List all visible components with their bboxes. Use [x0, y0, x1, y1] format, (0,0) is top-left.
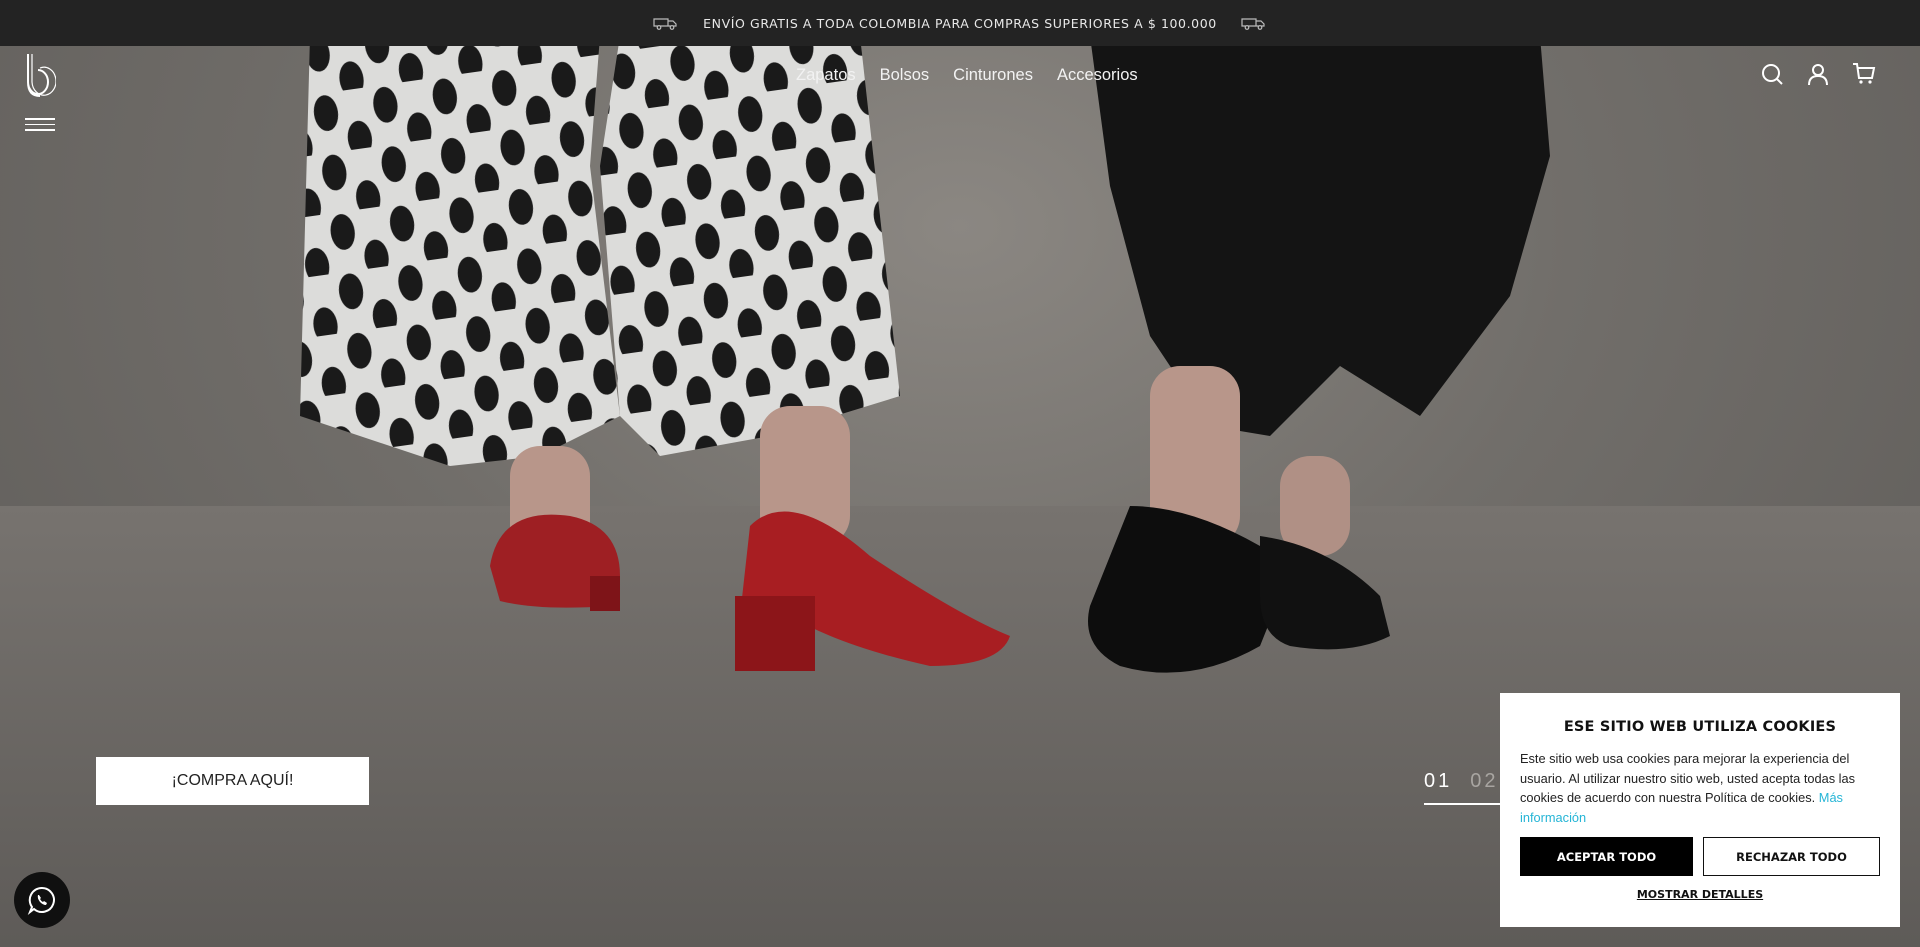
- nav-item-bolsos[interactable]: Bolsos: [880, 66, 930, 85]
- announcement-text: ENVÍO GRATIS A TODA COLOMBIA PARA COMPRA…: [703, 15, 1217, 31]
- nav-item-accesorios[interactable]: Accesorios: [1057, 66, 1138, 85]
- cookie-buttons: ACEPTAR TODO RECHAZAR TODO: [1520, 837, 1880, 876]
- slide-indicator-01[interactable]: 01: [1424, 770, 1452, 793]
- brand-logo[interactable]: [24, 52, 56, 100]
- user-icon[interactable]: [1806, 62, 1830, 86]
- slide-pagination: 01 02: [1424, 770, 1499, 793]
- hamburger-icon[interactable]: [25, 118, 55, 132]
- hero-black-shoe-right: [1260, 536, 1390, 650]
- nav-item-zapatos[interactable]: Zapatos: [796, 66, 856, 85]
- cart-icon[interactable]: [1852, 62, 1876, 86]
- truck-icon: [653, 18, 677, 30]
- hero-red-shoe-left: [490, 514, 620, 611]
- whatsapp-button[interactable]: [14, 872, 70, 928]
- nav-item-cinturones[interactable]: Cinturones: [953, 66, 1033, 85]
- cookie-body-text: Este sitio web usa cookies para mejorar …: [1520, 751, 1856, 805]
- show-details-link[interactable]: MOSTRAR DETALLES: [1520, 888, 1880, 901]
- truck-icon: [1241, 18, 1265, 30]
- announcement-bar: ENVÍO GRATIS A TODA COLOMBIA PARA COMPRA…: [0, 0, 1920, 46]
- cookie-title: ESE SITIO WEB UTILIZA COOKIES: [1563, 719, 1837, 735]
- cookie-banner: ESE SITIO WEB UTILIZA COOKIES Este sitio…: [1500, 693, 1900, 927]
- hero-red-shoe-right: [735, 511, 1010, 671]
- main-nav: Zapatos Bolsos Cinturones Accesorios: [796, 66, 1138, 85]
- accept-all-button[interactable]: ACEPTAR TODO: [1520, 837, 1693, 876]
- reject-all-button[interactable]: RECHAZAR TODO: [1703, 837, 1880, 876]
- whatsapp-icon: [27, 886, 55, 915]
- header-icons: [1760, 62, 1876, 86]
- shop-now-button[interactable]: ¡COMPRA AQUÍ!: [96, 757, 369, 805]
- slide-indicator-02[interactable]: 02: [1470, 770, 1498, 793]
- search-icon[interactable]: [1760, 62, 1784, 86]
- cookie-body: Este sitio web usa cookies para mejorar …: [1520, 749, 1880, 827]
